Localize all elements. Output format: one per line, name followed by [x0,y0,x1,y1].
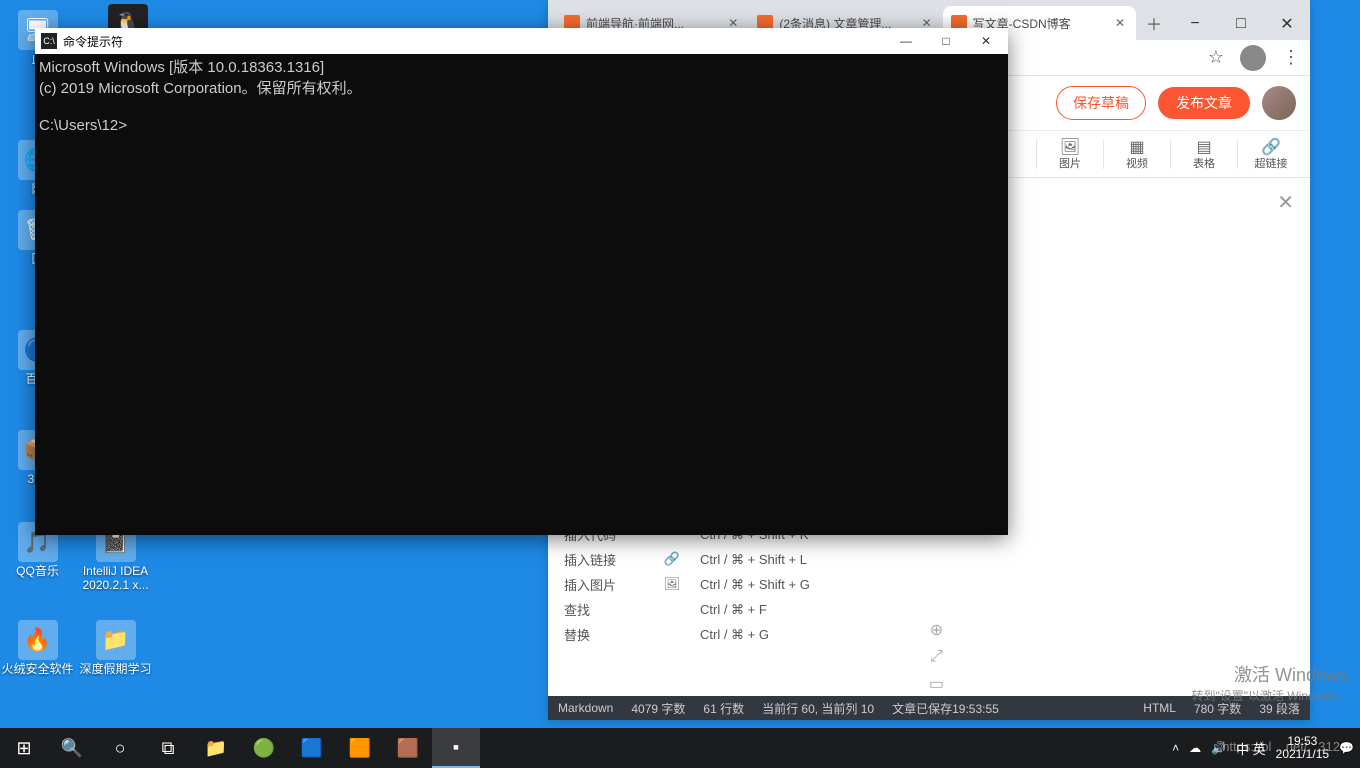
cmd-titlebar[interactable]: C:\ 命令提示符 — □ ✕ [35,28,1008,54]
word-count: 4079 字数 [631,700,685,717]
activate-windows-watermark: 激活 Windows 转到"设置"以激活 Windows。 [1191,661,1348,704]
cmd-title-text: 命令提示符 [63,33,886,50]
app2-taskbar-icon[interactable]: 🟫 [384,728,432,768]
taskbar: ⊞ 🔍 ○ ⧉ 📁 🟢 🟦 🟧 🟫 ▪ ˄ ☁ 🔊 中 英 19:53 2021… [0,728,1360,768]
explorer-taskbar-icon[interactable]: 📁 [192,728,240,768]
mode-markdown[interactable]: Markdown [558,701,613,715]
toolbar-超链接[interactable]: 🔗超链接 [1242,137,1300,171]
cortana-button[interactable]: ○ [96,728,144,768]
chrome-taskbar-icon[interactable]: 🟢 [240,728,288,768]
tray-chevron-icon[interactable]: ˄ [1172,741,1179,755]
app-taskbar-icon[interactable]: 🟧 [336,728,384,768]
cmd-window: C:\ 命令提示符 — □ ✕ Microsoft Windows [版本 10… [35,28,1008,535]
save-time: 文章已保存19:53:55 [892,700,999,717]
locate-icon[interactable]: ⊕ [930,620,943,640]
new-tab-button[interactable]: ＋ [1140,9,1168,37]
shortcut-row: 插入图片🖼Ctrl / ⌘ + Shift + G [548,572,1310,597]
line-count: 61 行数 [703,700,744,717]
cmd-minimize-button[interactable]: — [886,28,926,54]
start-button[interactable]: ⊞ [0,728,48,768]
publish-button[interactable]: 发布文章 [1158,87,1250,119]
shortcut-row: 插入链接🔗Ctrl / ⌘ + Shift + L [548,547,1310,572]
cmd-close-button[interactable]: ✕ [966,28,1006,54]
cmd-icon: C:\ [41,33,57,49]
desktop-icon[interactable]: 🔥火绒安全软件 [0,620,75,676]
cmd-maximize-button[interactable]: □ [926,28,966,54]
taskview-button[interactable]: ⧉ [144,728,192,768]
edge-taskbar-icon[interactable]: 🟦 [288,728,336,768]
tab-close-icon[interactable]: ✕ [1112,15,1128,31]
toolbar-视频[interactable]: ▦视频 [1108,137,1166,171]
close-button[interactable]: ✕ [1264,8,1310,40]
toolbar-表格[interactable]: ▤表格 [1175,137,1233,171]
search-button[interactable]: 🔍 [48,728,96,768]
toolbar-图片[interactable]: 🖼图片 [1041,137,1099,171]
save-draft-button[interactable]: 保存草稿 [1056,86,1146,120]
shortcut-row: 查找Ctrl / ⌘ + F [548,597,1310,622]
maximize-button[interactable]: □ [1218,8,1264,40]
notifications-icon[interactable]: 💬 [1339,741,1354,755]
minimize-button[interactable]: − [1172,8,1218,40]
cmd-taskbar-icon[interactable]: ▪ [432,728,480,768]
fullscreen-icon[interactable]: ⤢ [930,648,943,666]
preview-icon[interactable]: ▭ [929,674,944,694]
panel-close-icon[interactable]: ✕ [1277,190,1294,215]
cursor-pos: 当前行 60, 当前列 10 [762,700,874,717]
cmd-output[interactable]: Microsoft Windows [版本 10.0.18363.1316] (… [35,54,1008,535]
mode-html[interactable]: HTML [1143,701,1176,715]
blog-watermark: https://bl net/ 312 [1222,739,1340,754]
bookmark-star-icon[interactable]: ☆ [1208,47,1224,68]
tray-onedrive-icon[interactable]: ☁ [1189,741,1201,755]
profile-avatar-icon[interactable] [1240,45,1266,71]
desktop-icon[interactable]: 📁深度假期学习 [78,620,153,676]
browser-menu-icon[interactable]: ⋮ [1282,47,1300,68]
user-avatar[interactable] [1262,86,1296,120]
